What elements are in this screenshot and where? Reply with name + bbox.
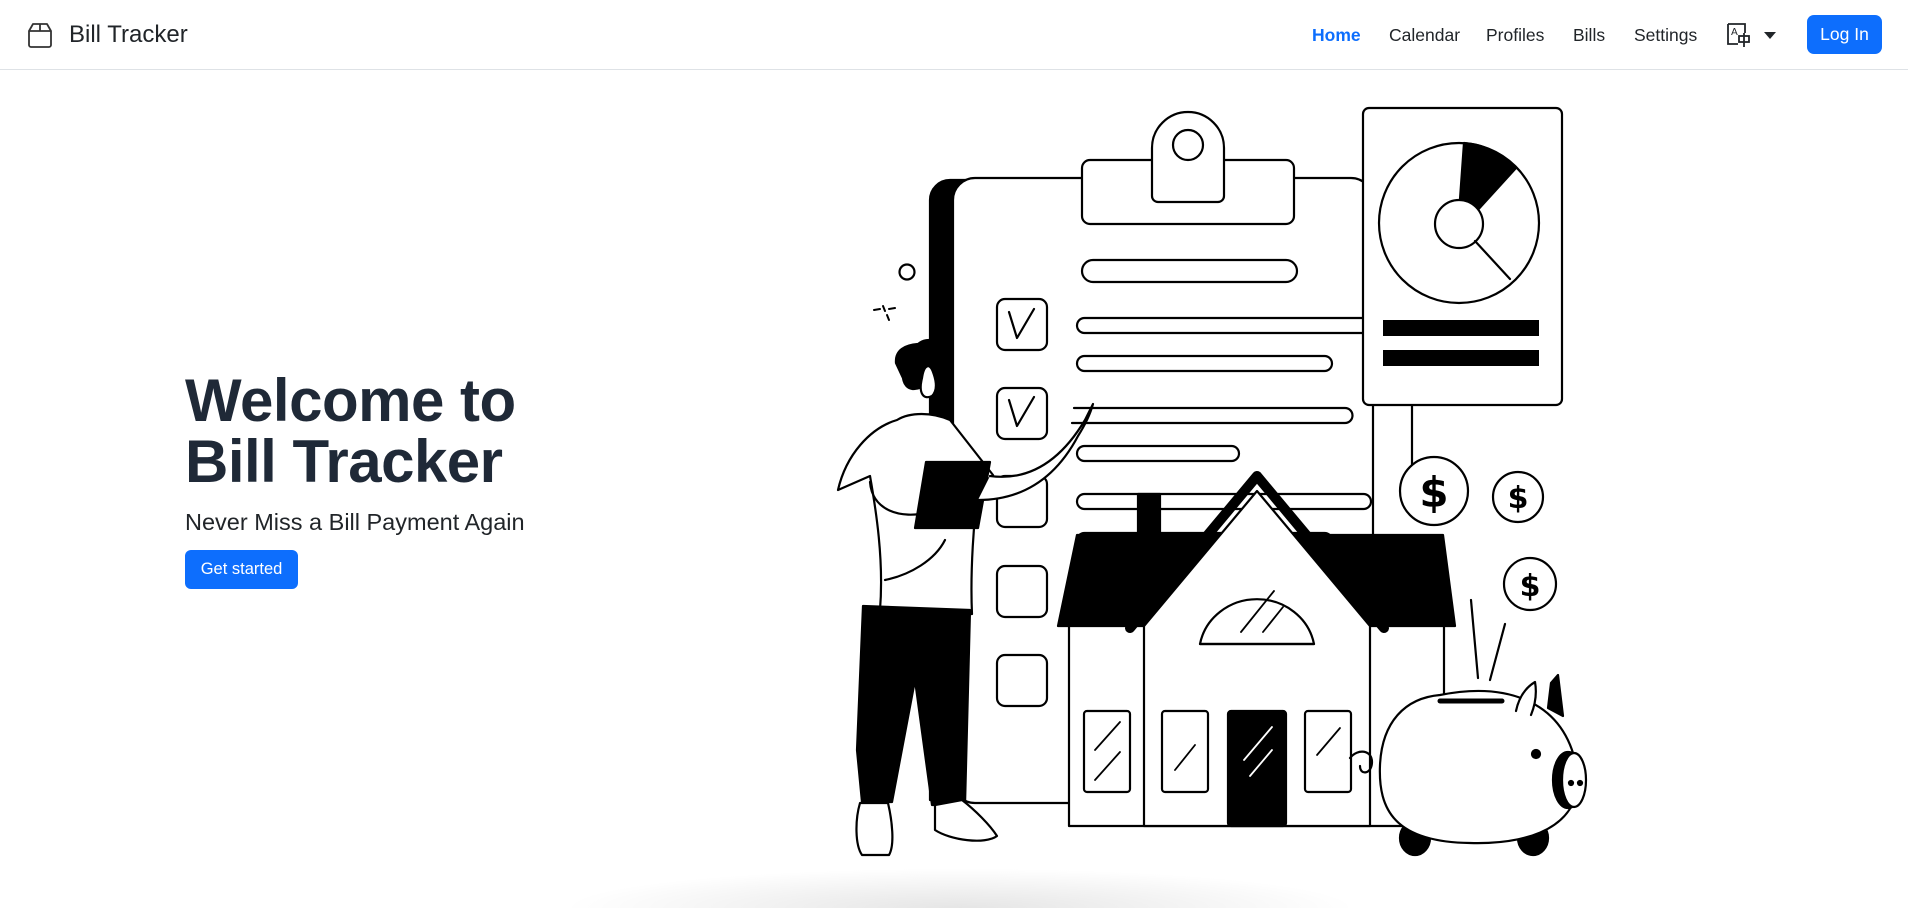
login-button[interactable]: Log In bbox=[1807, 15, 1882, 54]
person-shoe-left bbox=[855, 801, 894, 857]
nav-link-calendar[interactable]: Calendar bbox=[1389, 24, 1460, 46]
clipboard-title-bar bbox=[1080, 258, 1299, 284]
piggy-eye bbox=[1530, 748, 1542, 760]
checklist-box-1 bbox=[995, 297, 1049, 352]
card-bar-1 bbox=[1383, 320, 1539, 336]
piggy-ear bbox=[1514, 680, 1537, 717]
hero-subtitle: Never Miss a Bill Payment Again bbox=[185, 509, 525, 535]
get-started-button[interactable]: Get started bbox=[185, 550, 298, 589]
coin-trail bbox=[1469, 598, 1480, 680]
nav-link-bills[interactable]: Bills bbox=[1573, 24, 1605, 46]
clipboard-clip-hole bbox=[1171, 128, 1205, 162]
translate-icon: A bbox=[1727, 23, 1750, 47]
brand-title: Bill Tracker bbox=[69, 21, 188, 48]
hero-section: Welcome to Bill Tracker Never Miss a Bil… bbox=[185, 370, 525, 589]
checklist-line bbox=[1075, 354, 1334, 373]
language-dropdown[interactable]: A bbox=[1726, 22, 1776, 48]
dollar-icon: $ bbox=[1419, 468, 1448, 517]
piggy-snout bbox=[1560, 751, 1588, 809]
brand-link[interactable]: Bill Tracker bbox=[26, 20, 188, 50]
checklist-line bbox=[1075, 316, 1379, 335]
checklist-box-4 bbox=[995, 564, 1049, 619]
caret-down-icon bbox=[1764, 31, 1776, 39]
nav-link-settings[interactable]: Settings bbox=[1634, 24, 1697, 46]
person-face bbox=[919, 365, 937, 399]
dollar-icon: $ bbox=[1508, 481, 1529, 516]
hero-title-line2: Bill Tracker bbox=[185, 428, 503, 495]
svg-text:A: A bbox=[1731, 27, 1738, 38]
checklist-line bbox=[1075, 492, 1373, 511]
coin-trail bbox=[1488, 622, 1507, 682]
house-window bbox=[1082, 709, 1132, 794]
box-icon bbox=[28, 23, 52, 48]
card-bar-2 bbox=[1383, 350, 1539, 366]
person-shoe-right bbox=[933, 798, 999, 842]
checklist-box-5 bbox=[995, 653, 1049, 708]
nav-link-profiles[interactable]: Profiles bbox=[1486, 24, 1544, 46]
checklist-box-2 bbox=[995, 386, 1049, 441]
person-pants bbox=[855, 604, 972, 807]
top-navbar: Bill Tracker Home Calendar Profiles Bill… bbox=[0, 0, 1908, 70]
bottom-shadow bbox=[560, 868, 1360, 908]
hero-title: Welcome to Bill Tracker bbox=[185, 370, 525, 492]
checklist-line bbox=[1075, 444, 1241, 463]
sparkle-icon bbox=[873, 305, 896, 321]
piggy-ear-back bbox=[1546, 673, 1565, 718]
person-tablet bbox=[913, 460, 992, 530]
piggy-body bbox=[1378, 689, 1579, 845]
sparkle-circle bbox=[898, 263, 916, 281]
hero-illustration: $ $ $ bbox=[836, 106, 1588, 857]
house-window bbox=[1160, 709, 1210, 794]
nav-link-home[interactable]: Home bbox=[1312, 24, 1361, 46]
hero-title-line1: Welcome to bbox=[185, 367, 516, 434]
house-window bbox=[1303, 709, 1353, 794]
dollar-icon: $ bbox=[1520, 569, 1541, 604]
